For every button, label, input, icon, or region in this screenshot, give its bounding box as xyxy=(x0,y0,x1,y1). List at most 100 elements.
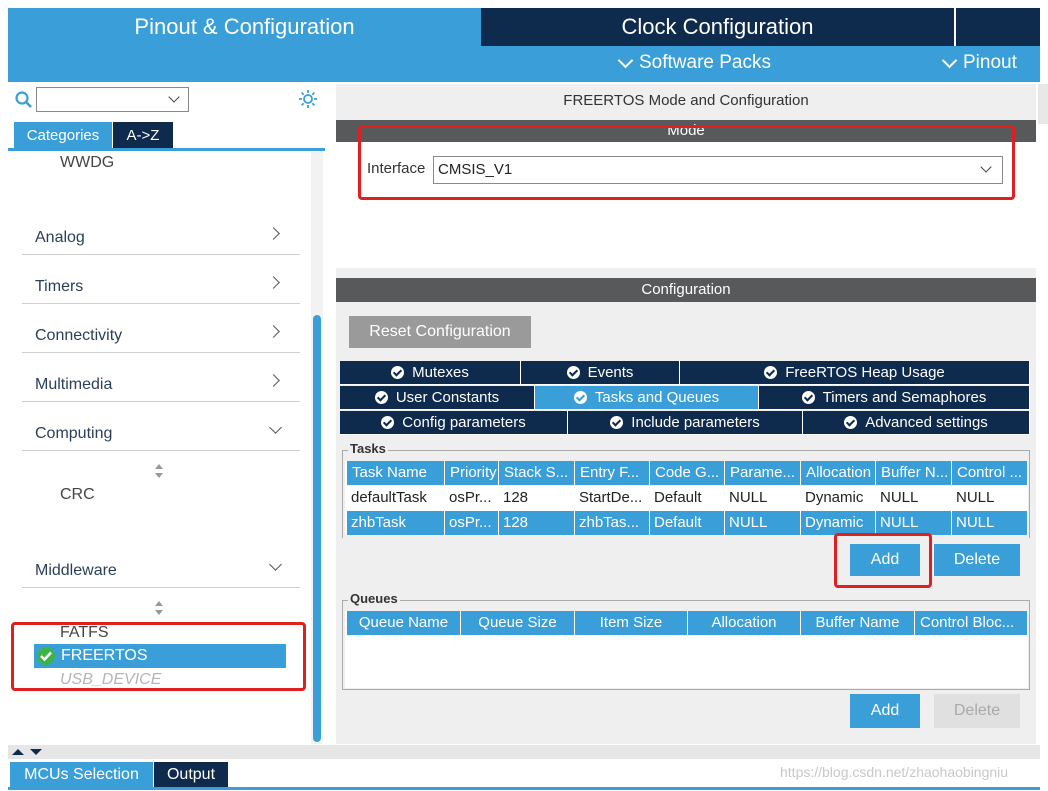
category-label: Analog xyxy=(35,229,85,246)
check-circle-icon xyxy=(844,416,858,429)
column-header[interactable]: Control ... xyxy=(952,461,1028,485)
table-row[interactable]: defaultTask osPr... 128 StartDe... Defau… xyxy=(345,486,1028,510)
category-label: Connectivity xyxy=(35,327,123,344)
table-cell: NULL xyxy=(729,489,768,506)
delete-queue-button[interactable]: Delete xyxy=(934,694,1020,728)
highlight-freertos xyxy=(11,622,306,691)
gear-icon[interactable] xyxy=(297,88,319,110)
add-queue-label: Add xyxy=(870,702,900,719)
tab-a-z[interactable]: A->Z xyxy=(113,122,173,148)
check-circle-icon xyxy=(566,366,580,379)
table-cell: StartDe... xyxy=(579,489,643,506)
tab-categories[interactable]: Categories xyxy=(14,122,112,148)
collapse-arrows-icon[interactable] xyxy=(10,747,50,757)
delete-task-button[interactable]: Delete xyxy=(934,544,1020,576)
column-header[interactable]: Entry F... xyxy=(575,461,650,485)
table-cell: Default xyxy=(654,489,702,506)
category-computing[interactable]: Computing xyxy=(22,403,300,451)
table-cell: Dynamic xyxy=(801,511,876,535)
column-header[interactable]: Buffer N... xyxy=(876,461,952,485)
bottom-splitter[interactable] xyxy=(8,745,1040,759)
tab-mutexes[interactable]: Mutexes xyxy=(340,361,521,385)
column-header[interactable]: Item Size xyxy=(575,611,688,635)
tab-advanced-settings[interactable]: Advanced settings xyxy=(803,411,1030,435)
software-packs-menu[interactable]: Software Packs xyxy=(617,52,771,74)
chevron-down-icon xyxy=(269,421,282,434)
tab-timers-and-semaphores[interactable]: Timers and Semaphores xyxy=(759,386,1030,410)
table-cell: NULL xyxy=(876,511,952,535)
table-cell: osPr... xyxy=(449,489,492,506)
highlight-add-task xyxy=(834,533,932,588)
panel-splitter[interactable] xyxy=(1038,84,1048,124)
category-middleware[interactable]: Middleware xyxy=(22,540,300,588)
mode-panel-title: FREERTOS Mode and Configuration xyxy=(563,92,809,109)
column-header[interactable]: Allocation xyxy=(688,611,801,635)
chevron-down-icon xyxy=(617,52,634,68)
table-cell: NULL xyxy=(952,511,1028,535)
column-header[interactable]: Buffer Name xyxy=(801,611,915,635)
list-item-wwdg[interactable]: WWDG xyxy=(60,154,114,172)
tab-pinout-configuration[interactable]: Pinout & Configuration xyxy=(8,8,481,46)
search-input[interactable] xyxy=(36,87,189,112)
configuration-section-label: Configuration xyxy=(641,281,731,298)
column-header[interactable]: Queue Name xyxy=(347,611,461,635)
tab-extra[interactable] xyxy=(955,8,1040,46)
column-header[interactable]: Control Bloc... xyxy=(915,611,1028,635)
tab-clock-configuration[interactable]: Clock Configuration xyxy=(481,8,954,46)
chevron-down-icon xyxy=(168,91,180,103)
check-circle-icon xyxy=(801,391,815,404)
category-timers[interactable]: Timers xyxy=(22,256,300,304)
column-header[interactable]: Stack S... xyxy=(499,461,575,485)
tab-label: FreeRTOS Heap Usage xyxy=(785,364,945,381)
table-cell: NULL xyxy=(725,511,801,535)
tab-include-parameters[interactable]: Include parameters xyxy=(568,411,803,435)
sidebar-scrollbar-thumb[interactable] xyxy=(313,315,321,742)
table-cell: osPr... xyxy=(445,511,499,535)
column-header[interactable]: Queue Size xyxy=(461,611,575,635)
tab-output[interactable]: Output xyxy=(154,762,228,787)
tab-user-constants[interactable]: User Constants xyxy=(340,386,535,410)
table-cell: 128 xyxy=(503,489,529,506)
chevron-right-icon xyxy=(267,325,280,338)
tab-mcus-selection-label: MCUs Selection xyxy=(24,765,139,783)
tab-freertos-heap-usage[interactable]: FreeRTOS Heap Usage xyxy=(680,361,1030,385)
table-cell: 128 xyxy=(499,511,575,535)
column-header[interactable]: Priority xyxy=(445,461,499,485)
category-analog[interactable]: Analog xyxy=(22,207,300,255)
category-label: Middleware xyxy=(35,562,117,579)
tab-label: Advanced settings xyxy=(865,414,988,431)
queues-table: Queue Name Queue Size Item Size Allocati… xyxy=(345,611,1028,688)
table-cell: Default xyxy=(650,511,725,535)
tab-label: Tasks and Queues xyxy=(594,389,720,406)
check-circle-icon xyxy=(374,391,388,404)
sort-icon[interactable] xyxy=(154,464,164,478)
queues-legend: Queues xyxy=(348,591,400,606)
tab-a-z-label: A->Z xyxy=(126,126,160,144)
tasks-table: Task Name Priority Stack S... Entry F...… xyxy=(345,461,1028,535)
column-header[interactable]: Task Name xyxy=(347,461,445,485)
tab-events[interactable]: Events xyxy=(521,361,680,385)
search-icon[interactable] xyxy=(14,90,34,110)
column-header[interactable]: Code G... xyxy=(650,461,725,485)
tab-tasks-and-queues[interactable]: Tasks and Queues xyxy=(535,386,759,410)
chevron-down-icon xyxy=(269,558,282,571)
chevron-right-icon xyxy=(267,227,280,240)
reset-configuration-button[interactable]: Reset Configuration xyxy=(349,316,531,348)
table-cell: zhbTas... xyxy=(575,511,650,535)
table-row[interactable]: zhbTask osPr... 128 zhbTas... Default NU… xyxy=(345,511,1028,535)
tab-config-parameters[interactable]: Config parameters xyxy=(340,411,568,435)
column-header[interactable]: Parame... xyxy=(725,461,801,485)
category-multimedia[interactable]: Multimedia xyxy=(22,354,300,402)
category-label: Multimedia xyxy=(35,376,113,393)
pinout-menu[interactable]: Pinout xyxy=(941,52,1017,74)
table-cell: Dynamic xyxy=(805,489,864,506)
table-cell: defaultTask xyxy=(351,489,427,506)
add-queue-button[interactable]: Add xyxy=(850,694,920,728)
table-cell: NULL xyxy=(956,489,995,506)
column-header[interactable]: Allocation xyxy=(801,461,876,485)
list-item-crc[interactable]: CRC xyxy=(60,486,95,504)
category-connectivity[interactable]: Connectivity xyxy=(22,305,300,353)
tab-mcus-selection[interactable]: MCUs Selection xyxy=(10,762,153,787)
tab-underline xyxy=(8,148,325,151)
sort-icon[interactable] xyxy=(154,601,164,615)
